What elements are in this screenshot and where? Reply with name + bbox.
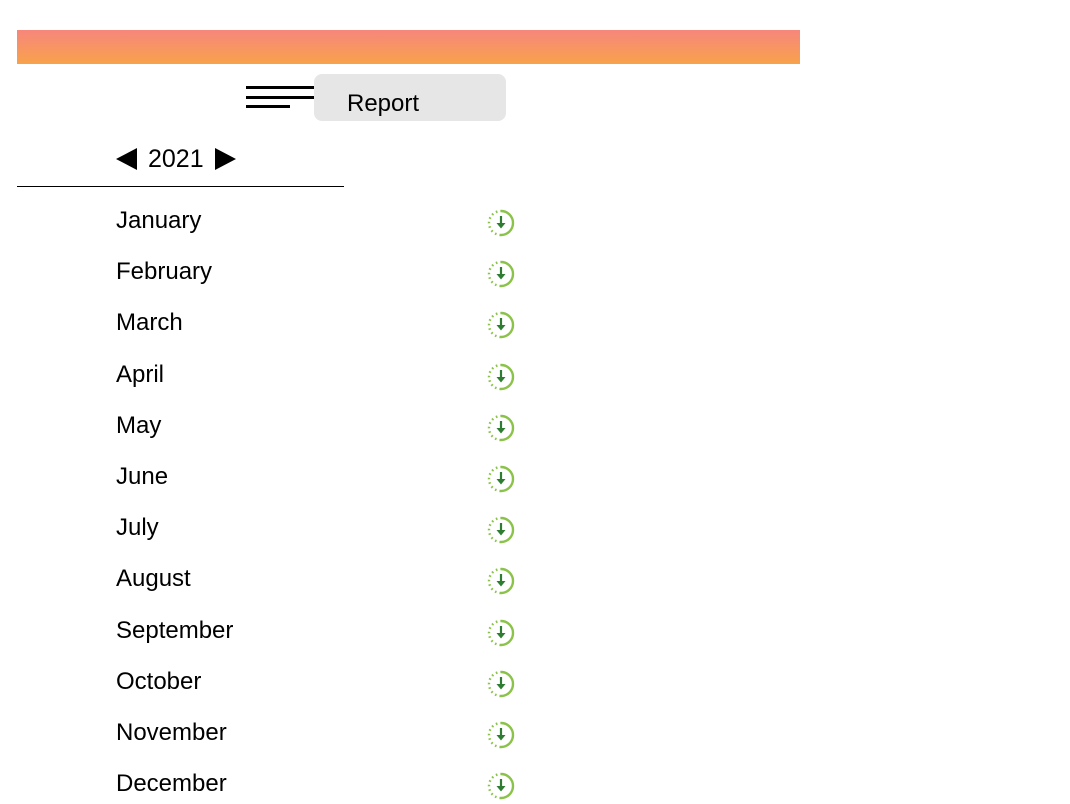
month-row: April (0, 354, 700, 405)
month-label: April (116, 360, 165, 388)
triangle-left-icon[interactable] (116, 147, 138, 171)
month-row: October (0, 661, 700, 712)
month-list: January February March April May June July Augu… (0, 200, 700, 804)
month-label: November (116, 718, 227, 746)
month-label: May (116, 411, 162, 439)
report-page: Report 2021 January February March April May… (0, 0, 1070, 804)
month-label: October (116, 667, 202, 695)
month-row: November (0, 712, 700, 763)
month-row: January (0, 200, 700, 251)
tab-report-label: Report (347, 90, 420, 117)
month-row: December (0, 763, 700, 804)
year-divider (17, 186, 344, 187)
month-label: September (116, 616, 234, 644)
download-circle-icon[interactable] (486, 310, 516, 340)
month-label: June (116, 462, 169, 490)
download-circle-icon[interactable] (486, 208, 516, 238)
month-row: February (0, 251, 700, 302)
download-circle-icon[interactable] (486, 618, 516, 648)
month-label: January (116, 207, 202, 234)
month-label: March (116, 309, 183, 337)
download-circle-icon[interactable] (486, 771, 516, 801)
month-label: December (116, 770, 227, 798)
month-label: August (116, 565, 191, 593)
month-label: July (116, 514, 159, 542)
month-row: September (0, 610, 700, 661)
download-circle-icon[interactable] (486, 515, 516, 545)
month-row: July (0, 507, 700, 558)
month-row: May (0, 405, 700, 456)
tab-report[interactable]: Report (314, 74, 506, 121)
download-circle-icon[interactable] (486, 464, 516, 494)
download-circle-icon[interactable] (486, 720, 516, 750)
download-circle-icon[interactable] (486, 669, 516, 699)
month-label: February (116, 258, 213, 286)
month-row: March (0, 302, 700, 353)
triangle-right-icon[interactable] (214, 147, 236, 171)
download-circle-icon[interactable] (486, 259, 516, 289)
download-circle-icon[interactable] (486, 362, 516, 392)
download-circle-icon[interactable] (486, 566, 516, 596)
download-circle-icon[interactable] (486, 413, 516, 443)
month-row: June (0, 456, 700, 507)
year-value: 2021 (148, 145, 204, 173)
year-selector: 2021 (116, 144, 236, 174)
month-row: August (0, 558, 700, 609)
header-gradient-bar (17, 30, 800, 64)
